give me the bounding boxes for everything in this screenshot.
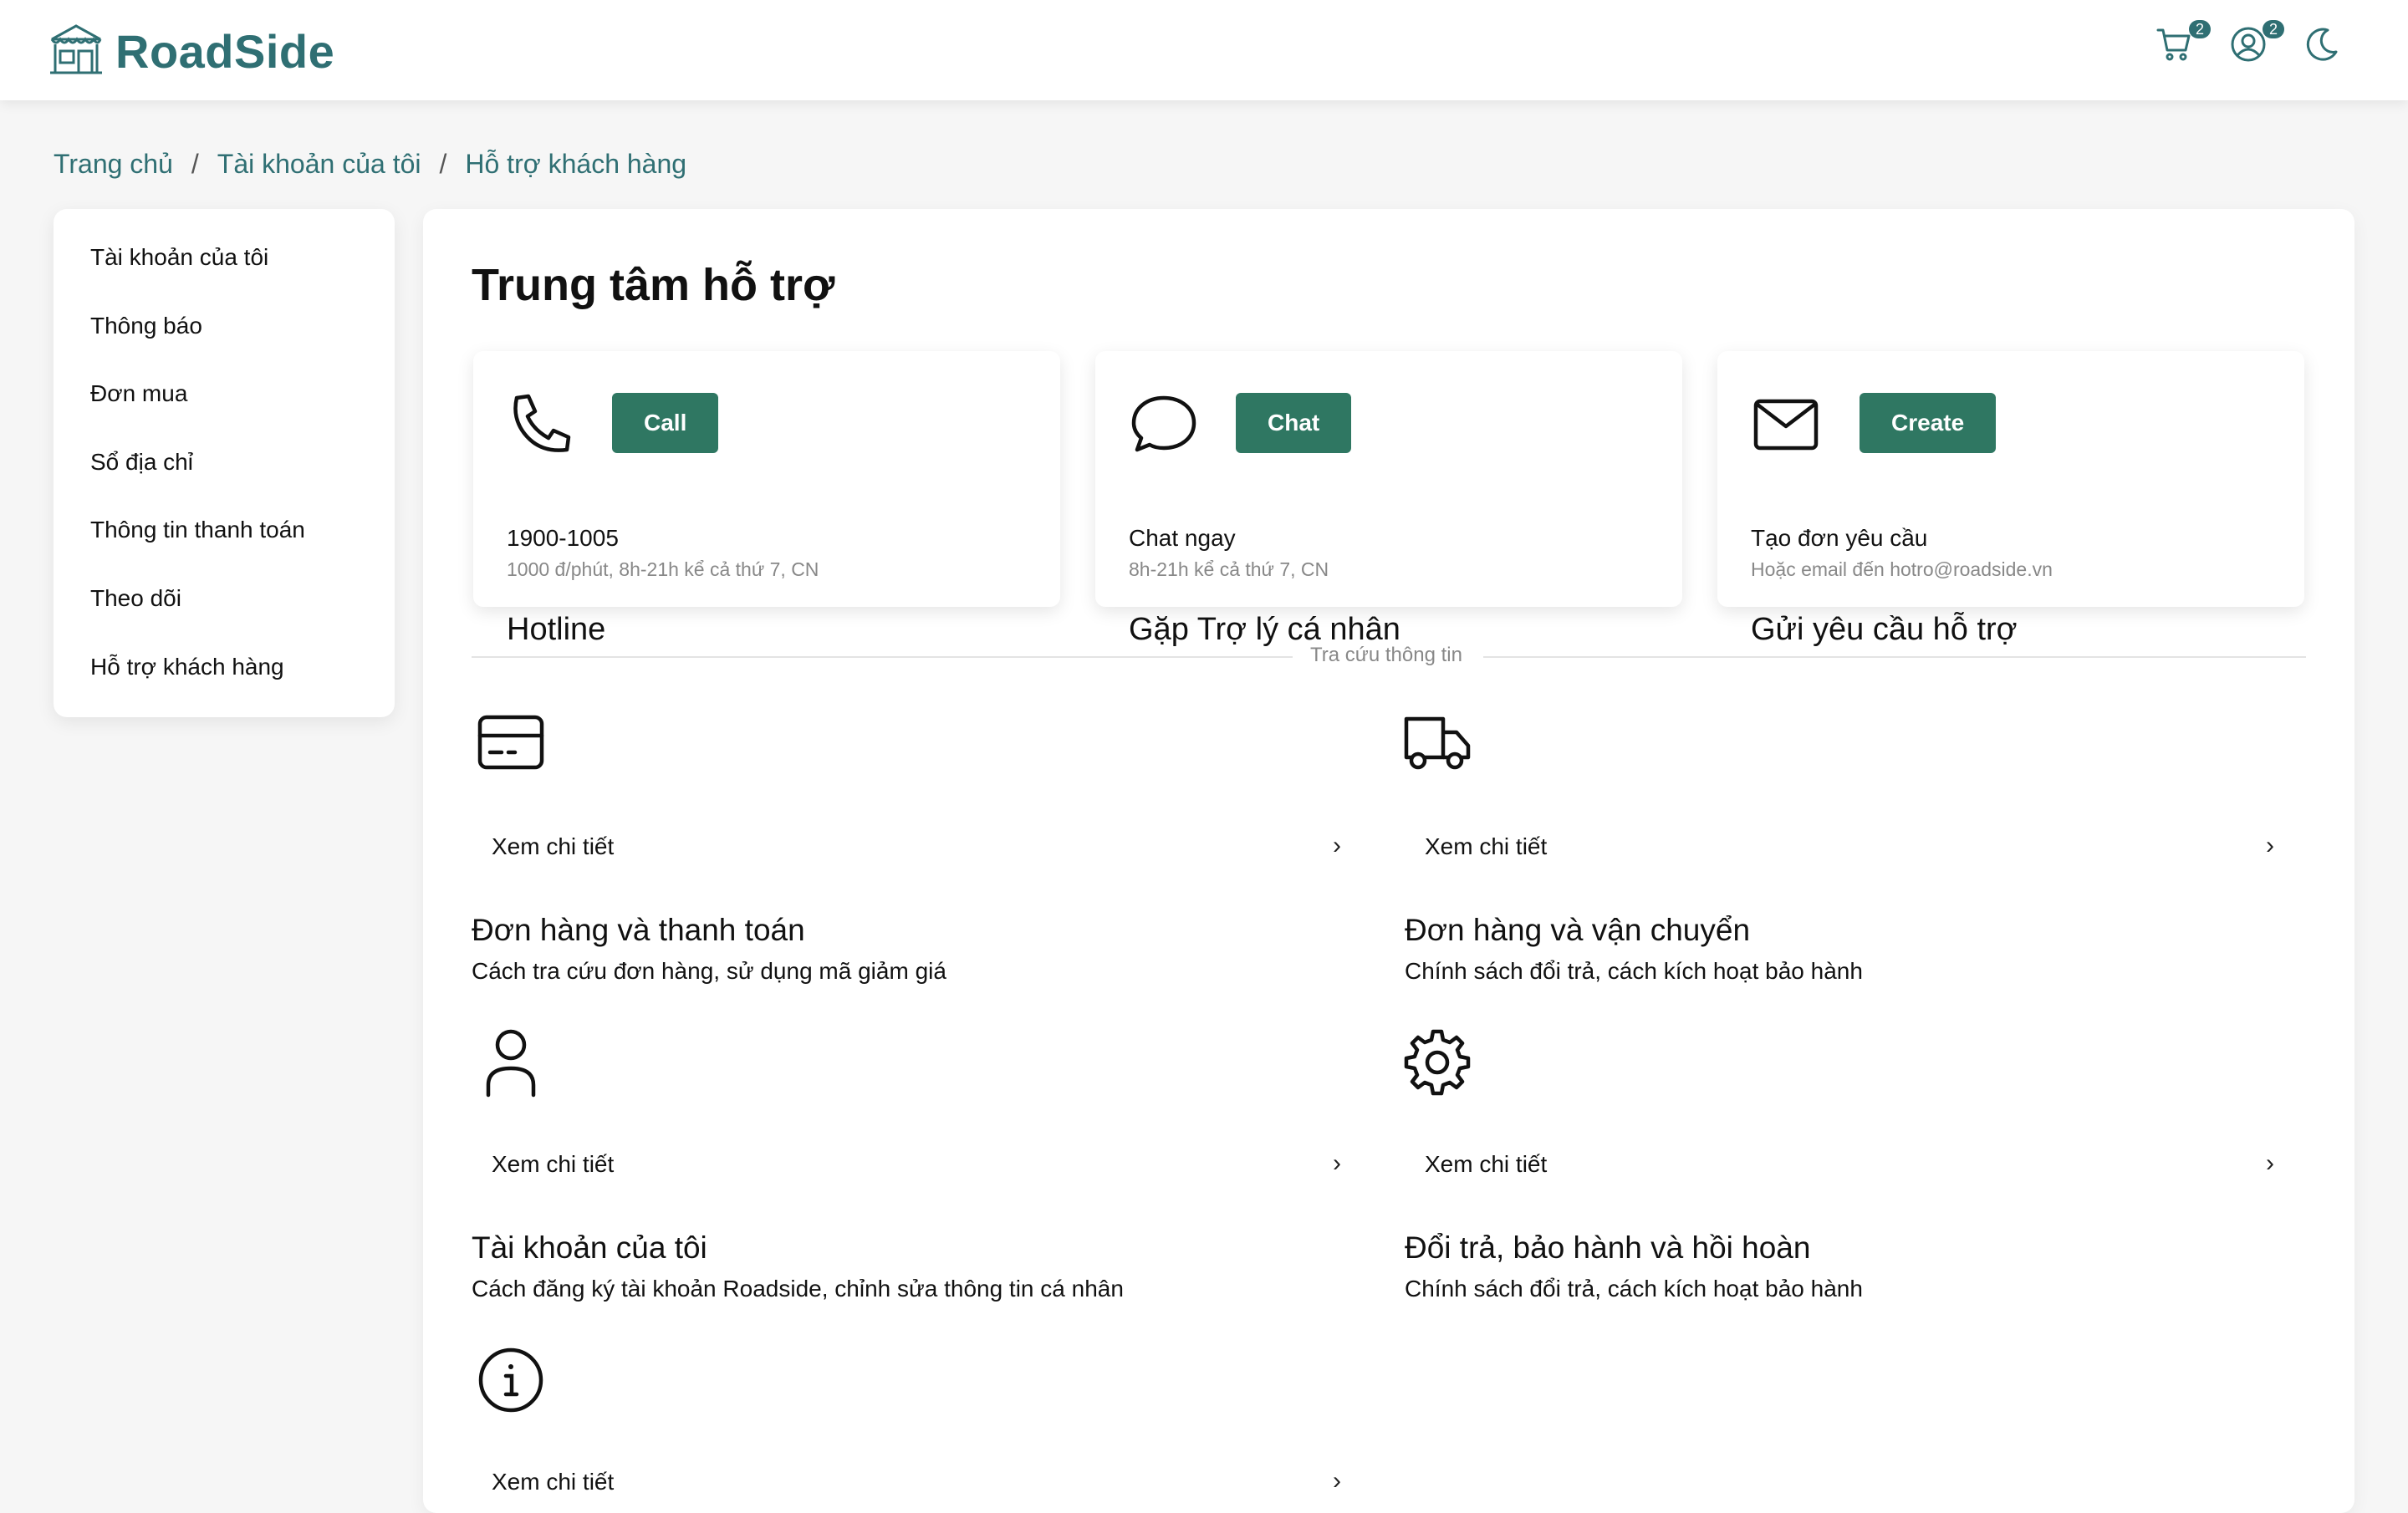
topic-orders-payment-link[interactable]: Xem chi tiết — [492, 833, 614, 860]
topic-returns-warranty-link[interactable]: Xem chi tiết — [1425, 1151, 1547, 1178]
chat-card: Chat Gặp Trợ lý cá nhân Chat ngay 8h-21h… — [1095, 351, 1682, 647]
brand-name: RoadSide — [115, 24, 335, 78]
topic-orders-payment-desc: Cách tra cứu đơn hàng, sử dụng mã giảm g… — [472, 958, 946, 984]
breadcrumb-separator: / — [191, 149, 199, 179]
divider-line-left — [472, 656, 1293, 658]
topic-orders-shipping-title: Đơn hàng và vận chuyển — [1405, 913, 1751, 947]
hotline-number: 1900-1005 — [507, 525, 619, 551]
breadcrumb-separator: / — [439, 149, 447, 179]
truck-icon — [1401, 707, 1473, 779]
breadcrumb-support[interactable]: Hỗ trợ khách hàng — [465, 149, 686, 180]
breadcrumb: Trang chủ / Tài khoản của tôi / Hỗ trợ k… — [54, 149, 686, 180]
support-center-panel: Trung tâm hỗ trợ Call Hotline 1900-1005 … — [423, 209, 2354, 1513]
chevron-right-icon[interactable]: › — [1333, 1149, 1341, 1178]
brand-logo[interactable]: RoadSide — [47, 22, 334, 80]
sidebar-item-customer-support[interactable]: Hỗ trợ khách hàng — [90, 654, 284, 680]
phone-icon — [507, 390, 577, 460]
moon-icon — [2303, 28, 2341, 67]
theme-toggle-button[interactable] — [2303, 25, 2349, 72]
hotline-note: 1000 đ/phút, 8h-21h kể cả thứ 7, CN — [507, 558, 819, 580]
support-request-card: Create Gửi yêu cầu hỗ trợ Tạo đơn yêu cầ… — [1717, 351, 2304, 647]
topic-returns-warranty-desc: Chính sách đổi trả, cách kích hoạt bảo h… — [1405, 1276, 1863, 1302]
sidebar-item-address-book[interactable]: Sổ địa chỉ — [90, 449, 193, 476]
envelope-icon — [1751, 390, 1821, 460]
hotline-card: Call Hotline 1900-1005 1000 đ/phút, 8h-2… — [473, 351, 1060, 647]
chat-note: 8h-21h kể cả thứ 7, CN — [1129, 558, 1329, 580]
chat-button[interactable]: Chat — [1236, 393, 1352, 453]
chat-bubble-icon — [1129, 390, 1199, 460]
cart-button[interactable]: 2 — [2155, 20, 2211, 72]
user-icon — [2229, 27, 2268, 67]
support-request-subtitle: Tạo đơn yêu cầu — [1751, 525, 1928, 551]
call-button[interactable]: Call — [612, 393, 719, 453]
storefront-icon — [47, 21, 105, 82]
chevron-right-icon[interactable]: › — [2266, 1149, 2274, 1178]
breadcrumb-account[interactable]: Tài khoản của tôi — [217, 149, 421, 180]
chevron-right-icon[interactable]: › — [1333, 1467, 1341, 1495]
page-title: Trung tâm hỗ trợ — [472, 260, 835, 310]
topic-info-link[interactable]: Xem chi tiết — [492, 1469, 614, 1495]
divider-line-right — [1483, 656, 2306, 658]
info-icon — [475, 1344, 547, 1416]
sidebar-item-tracking[interactable]: Theo dõi — [90, 585, 181, 612]
chevron-right-icon[interactable]: › — [1333, 832, 1341, 860]
account-count-badge: 2 — [2263, 20, 2284, 38]
topic-my-account-desc: Cách đăng ký tài khoản Roadside, chỉnh s… — [472, 1276, 1124, 1302]
account-sidebar: Tài khoản của tôi Thông báo Đơn mua Sổ đ… — [54, 209, 395, 717]
breadcrumb-home[interactable]: Trang chủ — [54, 149, 173, 180]
divider-label: Tra cứu thông tin — [1310, 644, 1462, 666]
sidebar-item-notifications[interactable]: Thông báo — [90, 313, 202, 339]
topic-orders-payment-title: Đơn hàng và thanh toán — [472, 913, 805, 947]
sidebar-item-orders[interactable]: Đơn mua — [90, 380, 187, 407]
chat-title: Gặp Trợ lý cá nhân — [1129, 612, 1400, 647]
topic-returns-warranty-title: Đổi trả, bảo hành và hồi hoàn — [1405, 1230, 1811, 1265]
sidebar-item-payment-info[interactable]: Thông tin thanh toán — [90, 517, 305, 543]
support-request-note: Hoặc email đến hotro@roadside.vn — [1751, 558, 2053, 580]
hotline-title: Hotline — [507, 612, 606, 647]
topic-orders-shipping-link[interactable]: Xem chi tiết — [1425, 833, 1547, 860]
support-request-title: Gửi yêu cầu hỗ trợ — [1751, 612, 2018, 647]
topic-my-account-link[interactable]: Xem chi tiết — [492, 1151, 614, 1178]
create-request-button[interactable]: Create — [1860, 393, 1997, 453]
cart-count-badge: 2 — [2189, 20, 2211, 38]
credit-card-icon — [475, 707, 547, 779]
chevron-right-icon[interactable]: › — [2266, 832, 2274, 860]
topic-orders-shipping-desc: Chính sách đổi trả, cách kích hoạt bảo h… — [1405, 958, 1863, 984]
account-button[interactable]: 2 — [2229, 20, 2284, 72]
sidebar-item-my-account[interactable]: Tài khoản của tôi — [90, 244, 268, 271]
cart-icon — [2155, 28, 2194, 67]
chat-subtitle: Chat ngay — [1129, 525, 1236, 551]
topic-my-account-title: Tài khoản của tôi — [472, 1230, 707, 1265]
gear-icon — [1401, 1026, 1473, 1098]
user-outline-icon — [475, 1026, 547, 1098]
top-header: RoadSide 2 2 — [0, 0, 2408, 100]
